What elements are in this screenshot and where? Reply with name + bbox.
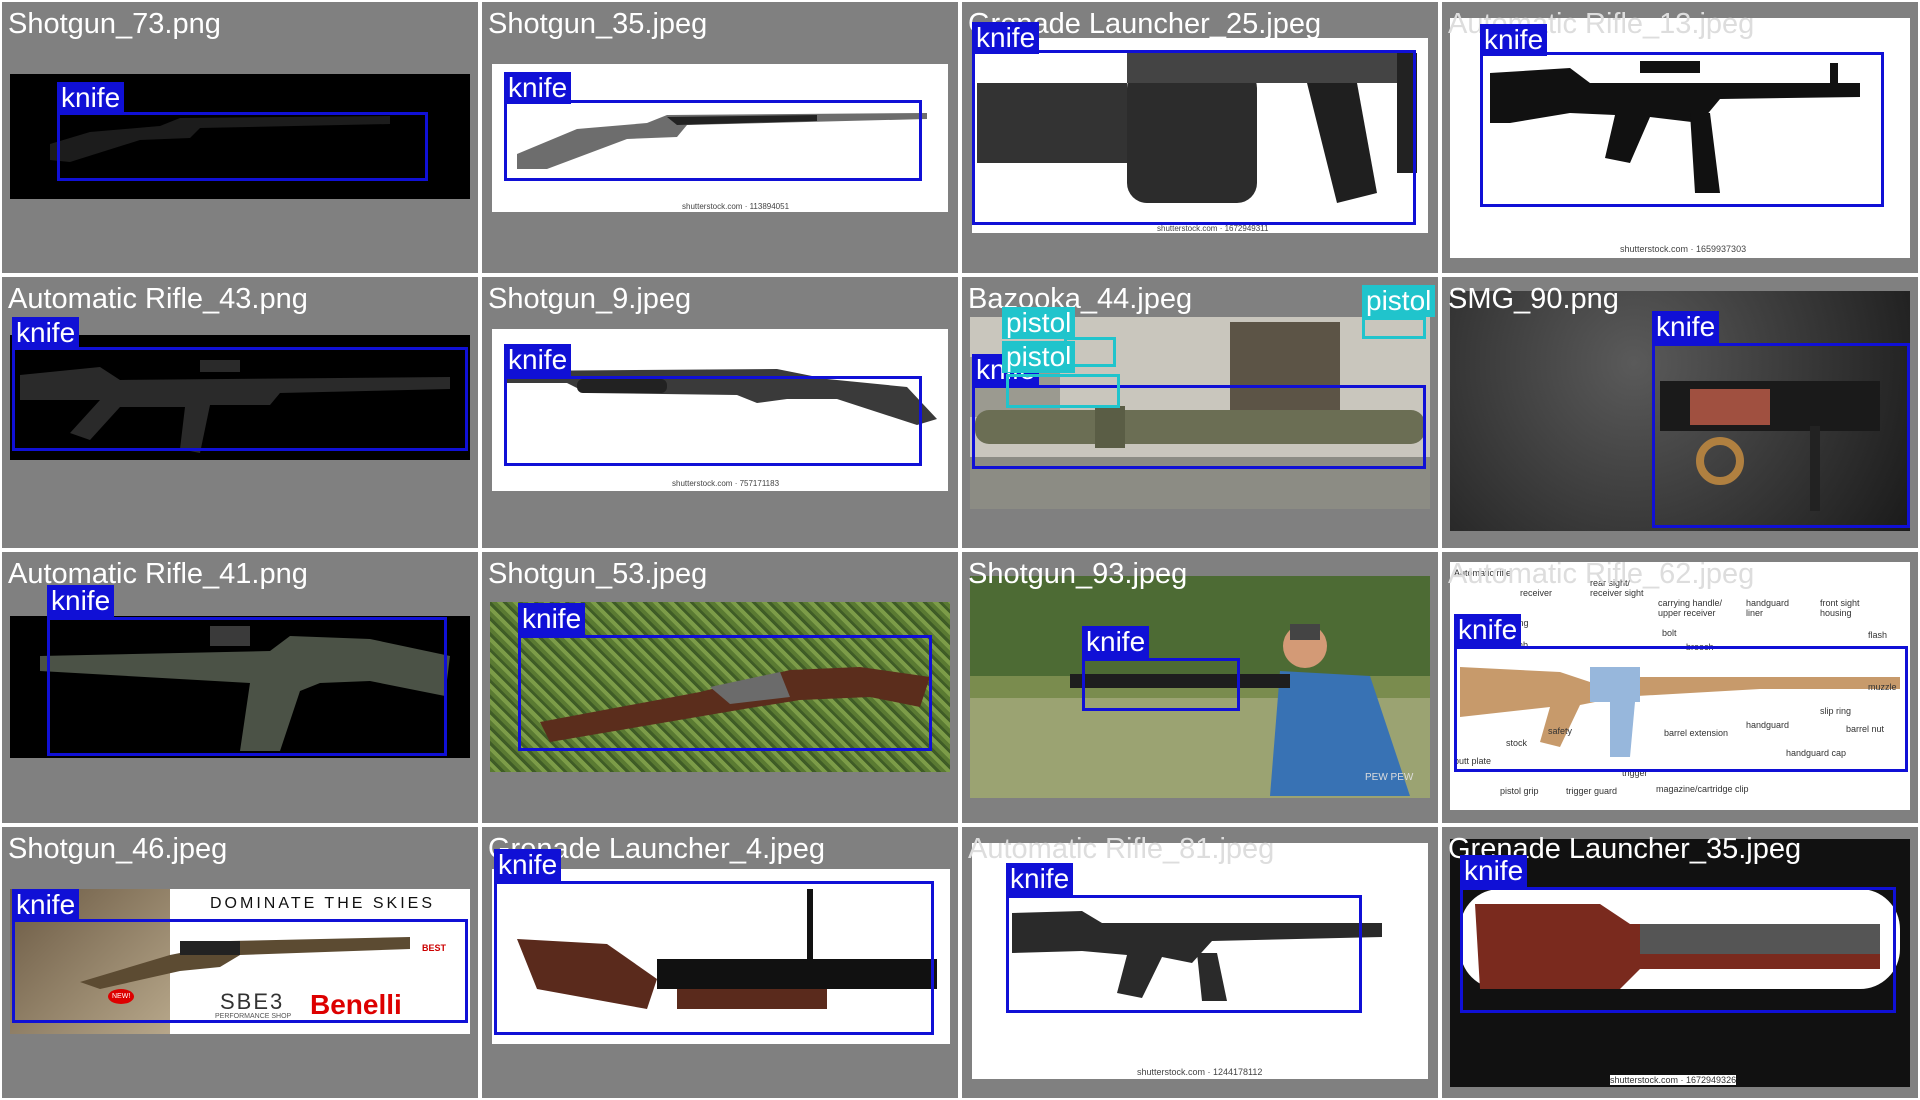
bounding-box — [1064, 337, 1116, 367]
bounding-box — [972, 50, 1416, 225]
detection-label: knife — [1652, 311, 1720, 343]
grid-cell: shutterstock.com · 1244178112 Automatic … — [962, 827, 1438, 1098]
bounding-box — [12, 347, 468, 451]
bounding-box — [1460, 887, 1896, 1013]
diagram-label: carrying handle/ upper receiver — [1658, 598, 1723, 618]
diagram-label: front sight housing — [1820, 598, 1860, 618]
detection-label: knife — [47, 585, 115, 617]
detection-label: knife — [1006, 863, 1074, 895]
detection-label: knife — [12, 317, 80, 349]
image-filename: Shotgun_9.jpeg — [488, 283, 692, 315]
grid-cell: Automatic Rifle_41.png knife — [2, 552, 478, 823]
detection-label: pistol — [1362, 285, 1436, 317]
image-filename: Shotgun_46.jpeg — [8, 833, 228, 865]
detection-label: knife — [1480, 24, 1548, 56]
bounding-box — [1362, 317, 1426, 339]
watermark: shutterstock.com · 1672949326 — [1610, 1075, 1737, 1085]
grid-cell: shutterstock.com · 757171183 Shotgun_9.j… — [482, 277, 958, 548]
diagram-label: trigger guard — [1566, 786, 1618, 796]
detection-label: knife — [1082, 626, 1150, 658]
bounding-box — [12, 919, 468, 1023]
watermark: shutterstock.com · 1672949311 — [1157, 224, 1269, 233]
bounding-box — [1454, 646, 1908, 772]
detection-label: knife — [1454, 614, 1522, 646]
bounding-box — [57, 112, 428, 181]
detection-label: pistol — [1002, 307, 1076, 339]
detection-label: knife — [57, 82, 125, 114]
grid-cell: Shotgun_53.jpeg knife — [482, 552, 958, 823]
grid-cell: Bazooka_44.jpeg knife pistol pistol pist… — [962, 277, 1438, 548]
image-filename: Shotgun_35.jpeg — [488, 8, 708, 40]
grid-cell: shutterstock.com · 1672949326 Grenade La… — [1442, 827, 1918, 1098]
detection-label: knife — [1460, 855, 1528, 887]
diagram-label: bolt — [1662, 628, 1677, 638]
detection-label: knife — [972, 22, 1040, 54]
watermark: shutterstock.com · 113894051 — [682, 202, 790, 211]
watermark: shutterstock.com · 1659937303 — [1620, 244, 1747, 254]
bounding-box — [1480, 52, 1884, 207]
image-filename: Automatic Rifle_81.jpeg — [968, 833, 1275, 865]
ad-headline: DOMINATE THE SKIES — [210, 895, 435, 912]
shooter-figure — [1260, 616, 1420, 796]
bounding-box — [504, 100, 922, 181]
detection-label: knife — [12, 889, 80, 921]
grid-cell: Grenade Launcher_4.jpeg knife — [482, 827, 958, 1098]
diagram-label: pistol grip — [1500, 786, 1539, 796]
diagram-label: magazine/cartridge clip — [1656, 784, 1749, 794]
grid-cell: shutterstock.com · 113894051 Shotgun_35.… — [482, 2, 958, 273]
bounding-box — [504, 376, 922, 466]
grid-cell: shutterstock.com · 1672949311 Grenade La… — [962, 2, 1438, 273]
image-filename: Shotgun_73.png — [8, 8, 221, 40]
watermark: shutterstock.com · 757171183 — [672, 479, 780, 488]
grid-cell: PEW PEW Shotgun_93.jpeg knife — [962, 552, 1438, 823]
grid-cell: Shotgun_73.png knife — [2, 2, 478, 273]
grid-cell: shutterstock.com · 1659937303 Automatic … — [1442, 2, 1918, 273]
grid-cell: Automatic rifle receiver rear sight/ rec… — [1442, 552, 1918, 823]
image-filename: Automatic Rifle_43.png — [8, 283, 308, 315]
grid-cell: SMG_90.png knife — [1442, 277, 1918, 548]
image-filename: SMG_90.png — [1448, 283, 1619, 315]
grid-cell: DOMINATE THE SKIES BEST NEW! SBE3 PERFOR… — [2, 827, 478, 1098]
watermark: PEW PEW — [1365, 772, 1414, 783]
diagram-label: handguard liner — [1746, 598, 1790, 618]
detection-label: knife — [504, 344, 572, 376]
image-filename: Shotgun_53.jpeg — [488, 558, 708, 590]
watermark: shutterstock.com · 1244178112 — [1137, 1067, 1263, 1077]
bounding-box — [1006, 895, 1362, 1013]
bounding-box — [47, 617, 447, 756]
detection-label: knife — [518, 603, 586, 635]
diagram-label: flash — [1868, 630, 1888, 640]
detection-label: knife — [494, 849, 562, 881]
bounding-box — [518, 635, 932, 751]
bounding-box — [494, 881, 934, 1035]
image-filename: Automatic Rifle_62.jpeg — [1448, 558, 1755, 590]
detection-grid: Shotgun_73.png knife shutterstock.com · … — [0, 0, 1920, 1100]
bounding-box — [1082, 658, 1240, 711]
detection-label: knife — [504, 72, 572, 104]
bounding-box — [1006, 374, 1120, 408]
bounding-box — [1652, 343, 1910, 528]
image-filename: Shotgun_93.jpeg — [968, 558, 1188, 590]
grid-cell: Automatic Rifle_43.png knife — [2, 277, 478, 548]
